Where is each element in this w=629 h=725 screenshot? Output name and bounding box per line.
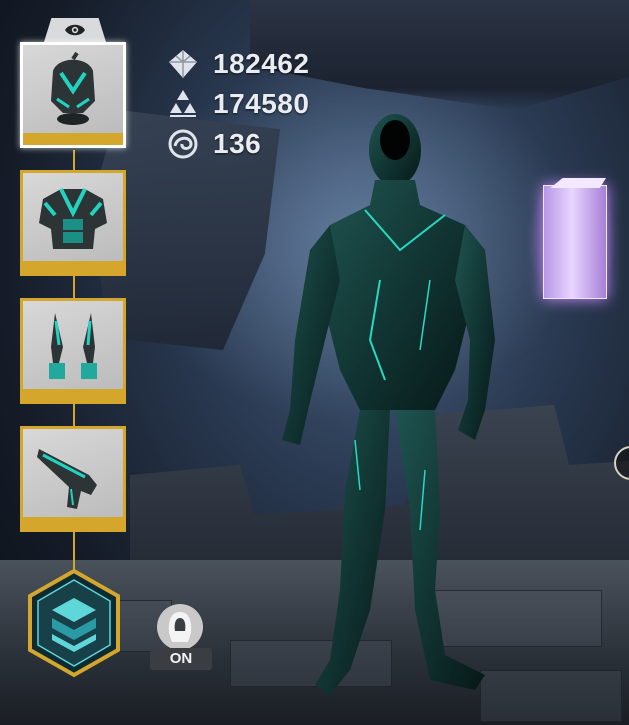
swirl-orb-icon xyxy=(168,129,198,159)
slot-base xyxy=(23,389,123,401)
slot-base xyxy=(23,517,123,529)
hood-toggle-label: ON xyxy=(150,648,212,670)
equipment-slot-helmet[interactable] xyxy=(20,42,126,148)
currency-value-orbs: 136 xyxy=(213,128,262,159)
currency-row-gems: 182462 xyxy=(167,44,309,84)
equipment-slot-blaster[interactable] xyxy=(20,426,126,532)
currency-value-gems: 182462 xyxy=(213,48,310,79)
currency-row-orbs: 136 xyxy=(167,124,309,164)
eye-icon xyxy=(65,24,85,36)
currency-panel: 182462 174580 136 xyxy=(167,44,309,164)
armor-set-button[interactable] xyxy=(26,568,122,678)
slot-base xyxy=(23,261,123,273)
equipment-slot-armor[interactable] xyxy=(20,170,126,276)
twin-blades-icon xyxy=(49,313,97,379)
blaster-icon xyxy=(37,449,97,509)
glowing-crystal xyxy=(543,185,607,299)
triangle-stack-icon xyxy=(170,90,196,117)
armor-set-hex-icon xyxy=(28,568,120,678)
diamond-stack-icon xyxy=(169,50,197,78)
character-model xyxy=(270,110,500,710)
helmet-icon xyxy=(51,51,95,125)
visibility-tab[interactable] xyxy=(44,18,106,42)
hood-toggle-circle xyxy=(157,604,203,650)
chest-armor-icon xyxy=(39,188,107,249)
slot-base xyxy=(23,133,123,145)
hood-toggle-button[interactable]: ON xyxy=(150,604,212,670)
currency-row-shards: 174580 xyxy=(167,84,309,124)
currency-value-shards: 174580 xyxy=(213,88,310,119)
hood-icon xyxy=(168,612,192,642)
equipment-slot-blades[interactable] xyxy=(20,298,126,404)
